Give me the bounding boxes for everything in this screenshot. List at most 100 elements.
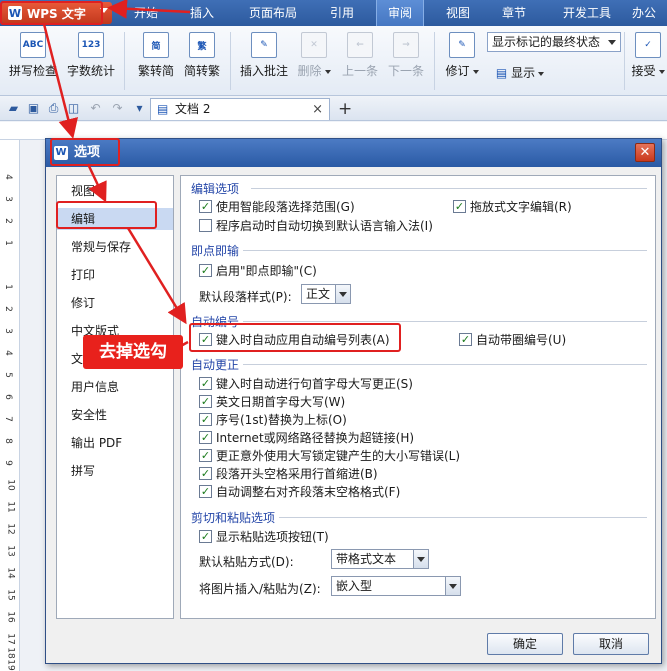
new-tab-icon[interactable]: + bbox=[338, 99, 352, 119]
autocorrect-checkbox-6[interactable]: ✓ 段落开头空格采用行首缩进(B) bbox=[199, 465, 378, 482]
wps-menu-button[interactable]: W WPS 文字 bbox=[2, 2, 112, 24]
trad-to-simp-icon: 简 bbox=[143, 32, 169, 58]
insert-comment-button[interactable]: ✎ 插入批注 bbox=[236, 32, 292, 79]
dialog-close-button[interactable]: ✕ bbox=[635, 143, 655, 162]
accept-button[interactable]: ✓ 接受 bbox=[626, 32, 667, 79]
ok-button[interactable]: 确定 bbox=[487, 633, 563, 655]
circled-number-checkbox[interactable]: ✓ 自动带圈编号(U) bbox=[459, 331, 566, 348]
markup-select[interactable]: 显示标记的最终状态 bbox=[487, 32, 621, 52]
checkbox-checked: ✓ bbox=[199, 449, 212, 462]
options-category-list: 视图 编辑 常规与保存 打印 修订 中文版式 文件位置 用户信息 安全性 输出 … bbox=[56, 175, 174, 619]
checkbox-checked: ✓ bbox=[199, 377, 212, 390]
side-item-security[interactable]: 安全性 bbox=[57, 404, 173, 426]
open-folder-icon[interactable]: ▰ bbox=[6, 101, 21, 116]
arrow-left-icon: ← bbox=[347, 32, 373, 58]
dialog-title-bar[interactable]: W 选项 bbox=[46, 139, 661, 167]
ruler-number: 8 bbox=[2, 438, 13, 444]
tab-view[interactable]: 视图 bbox=[438, 0, 478, 26]
word-count-label: 字数统计 bbox=[66, 64, 115, 78]
ruler-number: 7 bbox=[2, 416, 13, 422]
ruler-number: 3 bbox=[2, 196, 13, 202]
simp-to-trad-label: 简转繁 bbox=[183, 64, 220, 78]
count-123-icon: 123 bbox=[78, 32, 104, 58]
chevron-down-icon bbox=[472, 69, 479, 74]
insert-picture-value: 嵌入型 bbox=[336, 579, 373, 593]
smart-paragraph-checkbox[interactable]: ✓ 使用智能段落选择范围(G) bbox=[199, 198, 355, 215]
click-input-checkbox[interactable]: ✓ 启用"即点即输"(C) bbox=[199, 262, 317, 279]
section-divider bbox=[279, 517, 647, 518]
print-icon[interactable]: ⎙ bbox=[46, 101, 61, 116]
word-count-button[interactable]: 123 字数统计 bbox=[64, 32, 118, 79]
simp-to-trad-button[interactable]: 繁 简转繁 bbox=[180, 32, 224, 79]
tab-chapter[interactable]: 章节 bbox=[494, 0, 534, 26]
trad-to-simp-label: 繁转简 bbox=[137, 64, 174, 78]
chevron-down-icon bbox=[538, 71, 545, 76]
tab-office[interactable]: 办公 bbox=[632, 0, 667, 26]
checkbox-checked: ✓ bbox=[199, 395, 212, 408]
side-item-edit[interactable]: 编辑 bbox=[57, 208, 173, 230]
chevron-down-icon bbox=[608, 40, 616, 45]
autocorrect-checkbox-5[interactable]: ✓ 更正意外使用大写锁定键产生的大小写错误(L) bbox=[199, 447, 460, 464]
side-item-revise[interactable]: 修订 bbox=[57, 292, 173, 314]
section-auto-correct: 自动更正 bbox=[191, 358, 240, 372]
trad-to-simp-button[interactable]: 简 繁转简 bbox=[134, 32, 178, 79]
checkbox-checked: ✓ bbox=[459, 333, 472, 346]
autocorrect-checkbox-2[interactable]: ✓ 英文日期首字母大写(W) bbox=[199, 393, 345, 410]
autocorrect-checkbox-4[interactable]: ✓ Internet或网络路径替换为超链接(H) bbox=[199, 429, 414, 446]
default-style-select[interactable]: 正文 bbox=[301, 284, 351, 304]
delete-comment-button[interactable]: ✕ 删除 bbox=[294, 32, 334, 79]
checkbox-checked: ✓ bbox=[453, 200, 466, 213]
tab-references[interactable]: 引用 bbox=[322, 0, 362, 26]
redo-icon[interactable]: ↷ bbox=[110, 101, 125, 116]
document-tab[interactable]: ▤ 文档 2 × bbox=[150, 98, 330, 120]
default-paste-select[interactable]: 带格式文本 bbox=[331, 549, 429, 569]
close-icon[interactable]: × bbox=[312, 99, 323, 120]
prev-comment-button[interactable]: ← 上一条 bbox=[338, 32, 382, 79]
drag-drop-checkbox[interactable]: ✓ 拖放式文字编辑(R) bbox=[453, 198, 572, 215]
insert-picture-select[interactable]: 嵌入型 bbox=[331, 576, 461, 596]
autocorrect-checkbox-1[interactable]: ✓ 键入时自动进行句首字母大写更正(S) bbox=[199, 375, 413, 392]
document-tab-label: 文档 2 bbox=[175, 102, 211, 116]
ruler-number: 4 bbox=[2, 350, 13, 356]
side-item-export-pdf[interactable]: 输出 PDF bbox=[57, 432, 173, 454]
checkbox-label: 键入时自动应用自动编号列表(A) bbox=[216, 333, 390, 347]
side-item-print[interactable]: 打印 bbox=[57, 264, 173, 286]
checkbox-label: 段落开头空格采用行首缩进(B) bbox=[216, 467, 378, 481]
autocorrect-checkbox-7[interactable]: ✓ 自动调整右对齐段落末空格格式(F) bbox=[199, 483, 400, 500]
checkbox-label: 使用智能段落选择范围(G) bbox=[216, 200, 355, 214]
abc-check-icon: ABC bbox=[20, 32, 46, 58]
auto-ime-checkbox[interactable]: 程序启动时自动切换到默认语言输入法(I) bbox=[199, 217, 433, 234]
section-cut-paste: 剪切和粘贴选项 bbox=[191, 511, 276, 525]
tab-developer[interactable]: 开发工具 bbox=[556, 0, 618, 26]
checkbox-label: 拖放式文字编辑(R) bbox=[470, 200, 572, 214]
comment-icon: ✎ bbox=[251, 32, 277, 58]
tab-page-layout[interactable]: 页面布局 bbox=[240, 0, 306, 26]
show-paste-button-checkbox[interactable]: ✓ 显示粘贴选项按钮(T) bbox=[199, 528, 329, 545]
next-comment-button[interactable]: → 下一条 bbox=[384, 32, 428, 79]
side-item-general-save[interactable]: 常规与保存 bbox=[57, 236, 173, 258]
display-button[interactable]: ▤ 显示 bbox=[490, 64, 550, 81]
options-dialog: W 选项 ✕ 视图 编辑 常规与保存 打印 修订 中文版式 文件位置 用户信息 … bbox=[45, 138, 662, 664]
ruler-number: 15 bbox=[5, 589, 16, 601]
ruler-number: 9 bbox=[2, 460, 13, 466]
ruler-number: 1 bbox=[2, 284, 13, 290]
checkbox-label: Internet或网络路径替换为超链接(H) bbox=[216, 431, 415, 445]
side-item-spelling[interactable]: 拼写 bbox=[57, 460, 173, 482]
tab-home[interactable]: 开始 bbox=[126, 0, 166, 26]
tab-review[interactable]: 审阅 bbox=[376, 0, 424, 26]
cancel-button[interactable]: 取消 bbox=[573, 633, 649, 655]
checkbox-checked: ✓ bbox=[199, 530, 212, 543]
side-item-user-info[interactable]: 用户信息 bbox=[57, 376, 173, 398]
autocorrect-checkbox-3[interactable]: ✓ 序号(1st)替换为上标(O) bbox=[199, 411, 347, 428]
chevron-down-icon[interactable]: ▾ bbox=[132, 101, 147, 116]
section-divider bbox=[251, 188, 647, 189]
preview-icon[interactable]: ◫ bbox=[66, 101, 81, 116]
auto-number-list-checkbox[interactable]: ✓ 键入时自动应用自动编号列表(A) bbox=[199, 331, 390, 348]
revise-button[interactable]: ✎ 修订 bbox=[440, 32, 484, 79]
tab-insert[interactable]: 插入 bbox=[182, 0, 222, 26]
undo-icon[interactable]: ↶ bbox=[88, 101, 103, 116]
ruler-number: 14 bbox=[5, 567, 16, 579]
spell-check-button[interactable]: ABC 拼写检查 bbox=[6, 32, 60, 79]
side-item-view[interactable]: 视图 bbox=[57, 180, 173, 202]
save-icon[interactable]: ▣ bbox=[26, 101, 41, 116]
